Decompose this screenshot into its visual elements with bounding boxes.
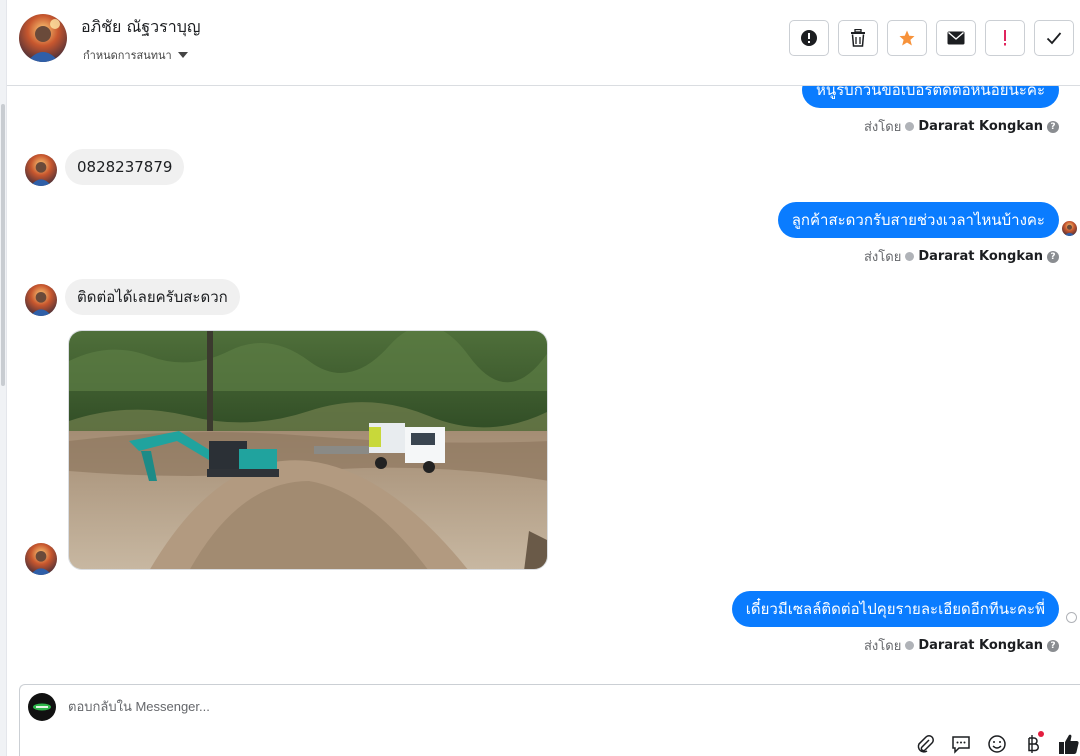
contact-avatar[interactable] bbox=[25, 284, 57, 316]
outgoing-message[interactable]: หนูรบกวนขอเบอร์ติดต่อหน่อยนะคะ bbox=[801, 86, 1059, 108]
conversation-header: อภิชัย ณัฐวราบุญ กำหนดการสนทนา bbox=[7, 0, 1080, 86]
message-list: หนูรบกวนขอเบอร์ติดต่อหน่อยนะคะ ส่งโดย Da… bbox=[7, 86, 1080, 678]
like-button[interactable] bbox=[1058, 733, 1080, 755]
star-icon bbox=[899, 30, 915, 46]
composer-tools bbox=[914, 731, 1080, 755]
message-icon bbox=[952, 736, 970, 754]
scrollbar-thumb[interactable] bbox=[1, 104, 5, 386]
exclamation-icon bbox=[1004, 30, 1006, 46]
contact-avatar[interactable] bbox=[19, 14, 67, 62]
message-composer bbox=[19, 684, 1080, 756]
incoming-message[interactable]: 0828237879 bbox=[65, 149, 185, 185]
sent-by-status: ส่งโดย Dararat Kongkan ? bbox=[864, 116, 1059, 137]
help-icon[interactable]: ? bbox=[1047, 250, 1059, 263]
reply-input[interactable] bbox=[68, 699, 968, 714]
contact-avatar[interactable] bbox=[25, 154, 57, 186]
help-icon[interactable]: ? bbox=[1047, 120, 1059, 133]
star-button[interactable] bbox=[887, 20, 927, 56]
attach-button[interactable] bbox=[914, 733, 936, 755]
sender-name[interactable]: Dararat Kongkan bbox=[918, 119, 1043, 134]
envelope-icon bbox=[947, 31, 965, 45]
photo-attachment[interactable] bbox=[68, 330, 548, 570]
contact-avatar[interactable] bbox=[25, 543, 57, 575]
saved-replies-button[interactable] bbox=[950, 733, 972, 755]
thumbs-up-icon bbox=[1059, 734, 1079, 754]
emoji-button[interactable] bbox=[986, 733, 1008, 755]
incoming-message[interactable]: ติดต่อได้เลยครับสะดวก bbox=[65, 279, 240, 315]
left-scroll-edge bbox=[0, 0, 7, 756]
alert-circle-icon bbox=[801, 30, 817, 46]
help-icon[interactable]: ? bbox=[1047, 639, 1059, 652]
mark-unread-button[interactable] bbox=[936, 20, 976, 56]
conversation-toolbar bbox=[789, 20, 1074, 56]
follow-up-button[interactable] bbox=[985, 20, 1025, 56]
outgoing-message[interactable]: เดี๋ยวมีเซลล์ติดต่อไปคุยรายละเอียดอีกทีน… bbox=[731, 591, 1059, 627]
sent-by-status: ส่งโดย Dararat Kongkan ? bbox=[864, 635, 1059, 656]
seen-avatar bbox=[1062, 221, 1077, 236]
thread-settings-dropdown[interactable]: กำหนดการสนทนา bbox=[83, 46, 188, 64]
delivered-icon bbox=[1066, 612, 1077, 623]
sender-name[interactable]: Dararat Kongkan bbox=[918, 249, 1043, 264]
mark-done-button[interactable] bbox=[1034, 20, 1074, 56]
checkmark-icon bbox=[1046, 32, 1062, 45]
sent-by-status: ส่งโดย Dararat Kongkan ? bbox=[864, 246, 1059, 267]
sent-check-icon bbox=[905, 122, 915, 131]
baht-icon bbox=[1028, 735, 1039, 753]
sent-by-label: ส่งโดย bbox=[863, 639, 902, 654]
sender-name[interactable]: Dararat Kongkan bbox=[918, 638, 1043, 653]
sent-by-label: ส่งโดย bbox=[863, 120, 902, 135]
caret-down-icon bbox=[177, 52, 188, 58]
outgoing-message[interactable]: ลูกค้าสะดวกรับสายช่วงเวลาไหนบ้างคะ bbox=[777, 202, 1059, 238]
trash-icon bbox=[851, 29, 865, 47]
page-avatar bbox=[28, 693, 56, 721]
delete-button[interactable] bbox=[838, 20, 878, 56]
sent-check-icon bbox=[905, 641, 915, 650]
mark-spam-button[interactable] bbox=[789, 20, 829, 56]
contact-name[interactable]: อภิชัย ณัฐวราบุญ bbox=[81, 15, 201, 40]
smiley-icon bbox=[988, 735, 1006, 753]
payment-button[interactable] bbox=[1022, 731, 1044, 755]
notification-dot bbox=[1038, 731, 1044, 737]
sent-check-icon bbox=[905, 252, 915, 261]
sent-by-label: ส่งโดย bbox=[863, 250, 902, 265]
paperclip-icon bbox=[917, 735, 934, 753]
thread-settings-label: กำหนดการสนทนา bbox=[83, 49, 172, 62]
